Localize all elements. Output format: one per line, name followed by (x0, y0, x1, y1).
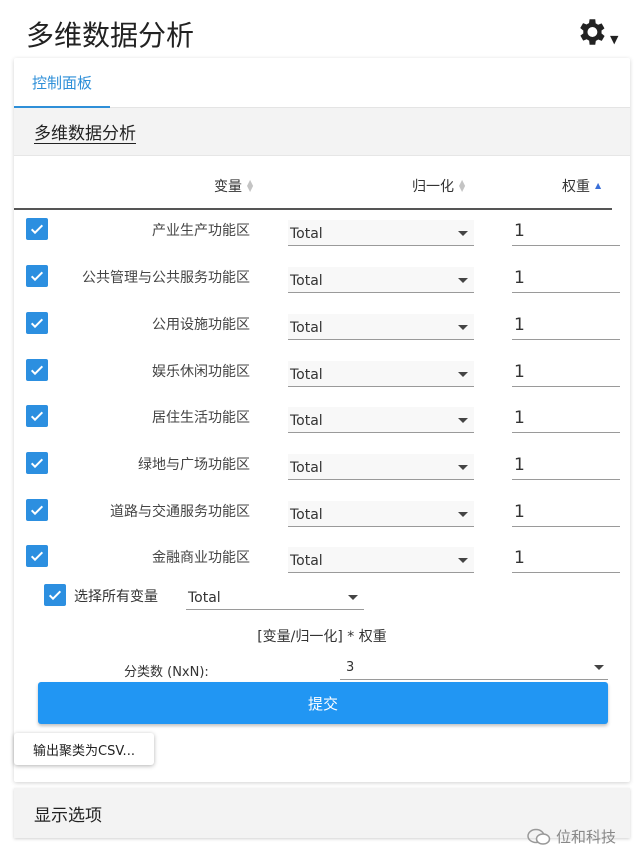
table-row: 产业生产功能区 Total (14, 214, 624, 248)
checkmark-icon (30, 365, 44, 376)
checkmark-icon (30, 318, 44, 329)
weight-input[interactable] (512, 450, 620, 480)
dropdown-arrow-icon (458, 558, 468, 563)
weight-input[interactable] (512, 543, 620, 573)
submit-button[interactable]: 提交 (38, 682, 608, 724)
select-all-normalize-select[interactable]: Total (186, 584, 364, 610)
table-row: 公共管理与公共服务功能区 Total (14, 261, 624, 295)
variable-name: 绿地与广场功能区 (138, 457, 250, 473)
variable-name: 娱乐休闲功能区 (152, 364, 250, 380)
checkmark-icon (30, 458, 44, 469)
sort-icon: ▲ ▼ (459, 178, 466, 193)
table-header: 变量 ▲ ▼ 归一化 ▲ ▼ 权重 ▲ (14, 160, 612, 210)
column-header-normalize[interactable]: 归一化 ▲ ▼ (412, 176, 465, 196)
table-row: 金融商业功能区 Total (14, 541, 624, 575)
dropdown-arrow-icon (458, 231, 468, 236)
dropdown-arrow-icon (594, 665, 604, 670)
chevron-down-icon: ▼ (610, 32, 619, 46)
row-checkbox[interactable] (26, 545, 48, 567)
checkmark-icon (30, 551, 44, 562)
row-checkbox[interactable] (26, 359, 48, 381)
row-checkbox[interactable] (26, 218, 48, 240)
variable-name: 居住生活功能区 (152, 410, 250, 426)
variable-name: 道路与交通服务功能区 (110, 504, 250, 520)
dropdown-arrow-icon (458, 325, 468, 330)
select-all-checkbox[interactable] (44, 584, 66, 606)
variable-name: 产业生产功能区 (152, 223, 250, 239)
normalize-select[interactable]: Total (288, 407, 474, 433)
weight-input[interactable] (512, 357, 620, 387)
wechat-icon (527, 828, 551, 845)
checkmark-icon (30, 411, 44, 422)
normalize-select[interactable]: Total (288, 547, 474, 573)
column-header-weight[interactable]: 权重 ▲ (562, 176, 601, 196)
checkmark-icon (48, 590, 62, 601)
row-checkbox[interactable] (26, 312, 48, 334)
settings-menu[interactable]: ▼ (574, 12, 624, 52)
checkmark-icon (30, 271, 44, 282)
app-title: 多维数据分析 (26, 19, 195, 52)
checkmark-icon (30, 224, 44, 235)
row-checkbox[interactable] (26, 265, 48, 287)
export-csv-button[interactable]: 输出聚类为CSV... (14, 733, 154, 765)
sort-ascending-icon: ▲ (595, 181, 602, 190)
normalize-select[interactable]: Total (288, 501, 474, 527)
cluster-count-label: 分类数 (NxN): (124, 665, 209, 680)
normalize-select[interactable]: Total (288, 454, 474, 480)
table-row: 绿地与广场功能区 Total (14, 448, 624, 482)
weight-input[interactable] (512, 497, 620, 527)
dropdown-arrow-icon (458, 465, 468, 470)
row-checkbox[interactable] (26, 452, 48, 474)
tab-bar: 控制面板 (14, 58, 630, 108)
dropdown-arrow-icon (458, 418, 468, 423)
weight-input[interactable] (512, 403, 620, 433)
dropdown-arrow-icon (458, 278, 468, 283)
select-all-label: 选择所有变量 (74, 589, 158, 605)
normalize-select[interactable]: Total (288, 361, 474, 387)
table-row: 居住生活功能区 Total (14, 401, 624, 435)
section-title: 多维数据分析 (34, 124, 136, 144)
section-header: 多维数据分析 (14, 108, 630, 156)
weight-input[interactable] (512, 310, 620, 340)
column-header-variable[interactable]: 变量 ▲ ▼ (214, 176, 253, 196)
weight-input[interactable] (512, 263, 620, 293)
formula-text: [变量/归一化] * 权重 (257, 629, 387, 645)
row-checkbox[interactable] (26, 499, 48, 521)
dropdown-arrow-icon (348, 595, 358, 600)
display-options-title: 显示选项 (34, 805, 102, 826)
variable-name: 公用设施功能区 (152, 317, 250, 333)
select-all-row: 选择所有变量 Total (44, 582, 404, 612)
normalize-select[interactable]: Total (288, 220, 474, 246)
gear-icon (580, 19, 605, 45)
variable-name: 金融商业功能区 (152, 550, 250, 566)
table-row: 娱乐休闲功能区 Total (14, 355, 624, 389)
checkmark-icon (30, 505, 44, 516)
table-row: 道路与交通服务功能区 Total (14, 495, 624, 529)
weight-input[interactable] (512, 216, 620, 246)
cluster-count-select[interactable]: 3 (340, 656, 608, 680)
dropdown-arrow-icon (458, 512, 468, 517)
watermark: 位和科技 (526, 826, 616, 847)
table-row: 公用设施功能区 Total (14, 308, 624, 342)
sort-icon: ▲ ▼ (247, 178, 254, 193)
normalize-select[interactable]: Total (288, 314, 474, 340)
dropdown-arrow-icon (458, 372, 468, 377)
tab-control-panel[interactable]: 控制面板 (14, 58, 110, 108)
normalize-select[interactable]: Total (288, 267, 474, 293)
row-checkbox[interactable] (26, 405, 48, 427)
variable-name: 公共管理与公共服务功能区 (82, 270, 250, 286)
